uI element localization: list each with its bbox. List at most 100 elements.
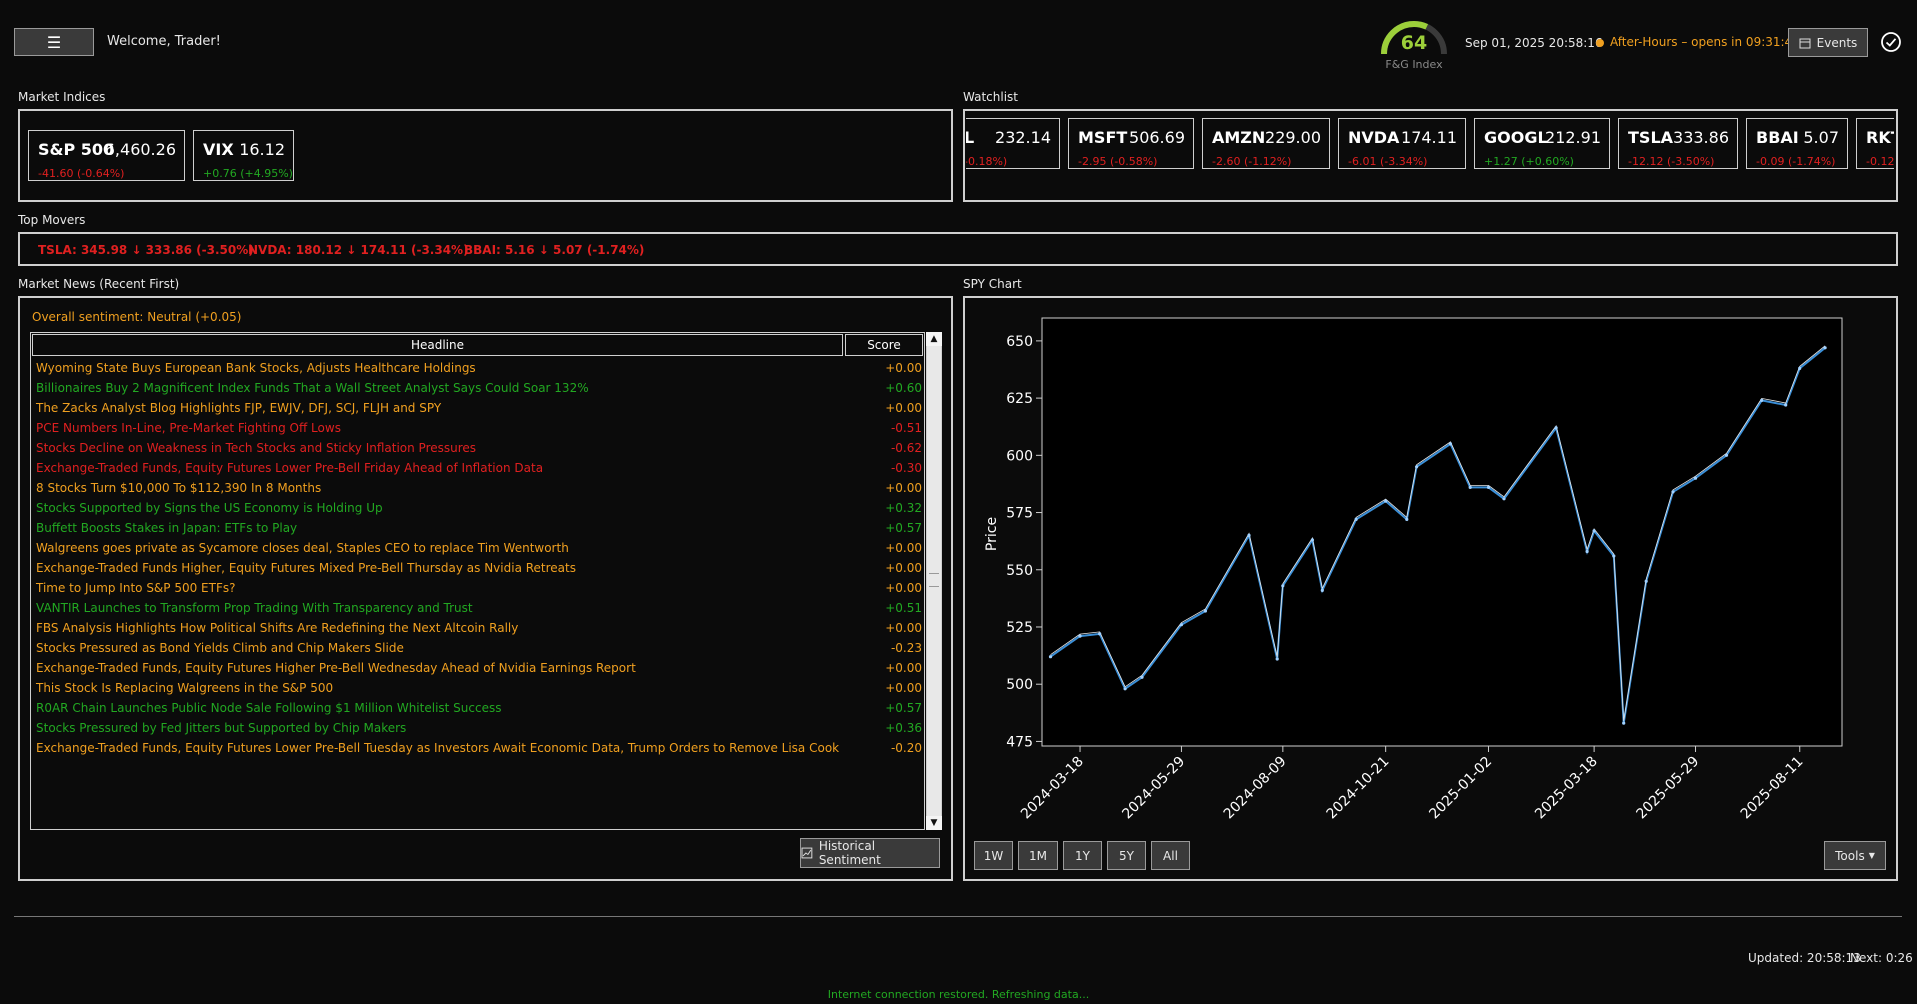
- price-point: [1760, 398, 1764, 402]
- watch-price: 333.86: [1673, 128, 1729, 147]
- news-row[interactable]: Stocks Decline on Weakness in Tech Stock…: [36, 438, 922, 458]
- historical-sentiment-button[interactable]: Historical Sentiment: [800, 838, 940, 868]
- y-tick-label: 475: [1006, 734, 1033, 750]
- watch-change: -0.12 (-: [1866, 155, 1894, 168]
- news-headline: Stocks Pressured by Fed Jitters but Supp…: [36, 721, 407, 735]
- watch-card[interactable]: BBAI 5.07 -0.09 (-1.74%): [1746, 118, 1848, 169]
- news-headline: This Stock Is Replacing Walgreens in the…: [36, 681, 334, 695]
- index-card-vix[interactable]: VIX 16.12 +0.76 (+4.95%): [193, 130, 294, 181]
- x-tick-label: 2024-08-09: [1221, 754, 1290, 823]
- news-row[interactable]: FBS Analysis Highlights How Political Sh…: [36, 618, 922, 638]
- news-score: +0.00: [885, 681, 922, 695]
- events-label: Events: [1816, 35, 1858, 50]
- scroll-grip-icon[interactable]: [929, 573, 939, 587]
- index-price: 16.12: [239, 140, 285, 159]
- chart-icon: [801, 847, 813, 859]
- scroll-down-arrow-icon[interactable]: ▼: [926, 816, 942, 830]
- news-score: -0.20: [890, 741, 922, 755]
- price-point: [1405, 517, 1409, 521]
- news-row[interactable]: R0AR Chain Launches Public Node Sale Fol…: [36, 698, 922, 718]
- price-point: [1098, 632, 1102, 636]
- connection-status: Internet connection restored. Refreshing…: [827, 988, 1090, 1001]
- watch-change: -0.09 (-1.74%): [1756, 155, 1836, 168]
- price-point: [1247, 533, 1251, 537]
- watch-symbol: L: [966, 128, 975, 147]
- column-header-score[interactable]: Score: [845, 334, 923, 356]
- column-header-headline[interactable]: Headline: [32, 334, 843, 356]
- fg-index-label: F&G Index: [1385, 58, 1443, 71]
- events-button[interactable]: Events: [1788, 28, 1868, 57]
- price-point: [1592, 529, 1596, 533]
- price-point: [1078, 634, 1082, 638]
- watch-price: 232.14: [995, 128, 1051, 147]
- watch-change: +1.27 (+0.60%): [1484, 155, 1574, 168]
- news-score: +0.00: [885, 581, 922, 595]
- index-change: -41.60 (-0.64%): [38, 167, 125, 180]
- range-button-5y[interactable]: 5Y: [1107, 841, 1146, 870]
- price-point: [1415, 465, 1419, 469]
- news-row[interactable]: PCE Numbers In-Line, Pre-Market Fighting…: [36, 418, 922, 438]
- watch-card[interactable]: MSFT 506.69 -2.95 (-0.58%): [1068, 118, 1194, 169]
- news-headline: PCE Numbers In-Line, Pre-Market Fighting…: [36, 421, 341, 435]
- watch-card[interactable]: L 232.14 -0.18%): [966, 118, 1060, 169]
- news-score: -0.51: [890, 421, 922, 435]
- y-tick-label: 600: [1006, 448, 1033, 464]
- news-row[interactable]: The Zacks Analyst Blog Highlights FJP, E…: [36, 398, 922, 418]
- news-headline: Exchange-Traded Funds, Equity Futures Lo…: [36, 741, 840, 755]
- news-headline: Buffett Boosts Stakes in Japan: ETFs to …: [36, 521, 298, 535]
- y-tick-label: 625: [1006, 391, 1033, 407]
- watch-symbol: NVDA: [1348, 128, 1400, 147]
- news-score: +0.00: [885, 361, 922, 375]
- price-point: [1554, 426, 1558, 430]
- watch-price: 174.11: [1401, 128, 1457, 147]
- news-score: +0.60: [885, 381, 922, 395]
- watch-card[interactable]: GOOGL 212.91 +1.27 (+0.60%): [1474, 118, 1610, 169]
- news-row[interactable]: Stocks Pressured as Bond Yields Climb an…: [36, 638, 922, 658]
- menu-button[interactable]: ☰: [14, 28, 94, 56]
- news-row[interactable]: Exchange-Traded Funds Higher, Equity Fut…: [36, 558, 922, 578]
- price-point: [1203, 609, 1207, 613]
- news-row[interactable]: This Stock Is Replacing Walgreens in the…: [36, 678, 922, 698]
- news-row[interactable]: Stocks Supported by Signs the US Economy…: [36, 498, 922, 518]
- news-headline: Walgreens goes private as Sycamore close…: [36, 541, 569, 555]
- price-point: [1275, 657, 1279, 661]
- y-tick-label: 550: [1006, 563, 1033, 579]
- watch-card[interactable]: NVDA 174.11 -6.01 (-3.34%): [1338, 118, 1466, 169]
- range-button-1m[interactable]: 1M: [1018, 841, 1058, 870]
- news-row[interactable]: Wyoming State Buys European Bank Stocks,…: [36, 358, 922, 378]
- price-point: [1612, 554, 1616, 558]
- check-circle-icon[interactable]: [1880, 31, 1902, 53]
- price-point: [1693, 476, 1698, 480]
- calendar-icon: [1799, 38, 1811, 48]
- news-score: +0.00: [885, 561, 922, 575]
- news-row[interactable]: Exchange-Traded Funds, Equity Futures Lo…: [36, 458, 922, 478]
- index-card-sp500[interactable]: S&P 500 6,460.26 -41.60 (-0.64%): [28, 130, 185, 181]
- price-point: [1048, 655, 1053, 659]
- x-tick-label: 2025-03-18: [1532, 754, 1601, 823]
- news-row[interactable]: Buffett Boosts Stakes in Japan: ETFs to …: [36, 518, 922, 538]
- news-row[interactable]: Stocks Pressured by Fed Jitters but Supp…: [36, 718, 922, 738]
- watch-card[interactable]: TSLA 333.86 -12.12 (-3.50%): [1618, 118, 1738, 169]
- footer-divider: [14, 916, 1902, 917]
- scroll-up-arrow-icon[interactable]: ▲: [926, 332, 942, 346]
- spy-price-chart[interactable]: 475 500 525 550 575 600 625 650 2024-03-18 2024-…: [965, 298, 1896, 833]
- range-button-1y[interactable]: 1Y: [1063, 841, 1102, 870]
- news-row[interactable]: Walgreens goes private as Sycamore close…: [36, 538, 922, 558]
- news-row[interactable]: Time to Jump Into S&P 500 ETFs? +0.00: [36, 578, 922, 598]
- news-row[interactable]: Exchange-Traded Funds, Equity Futures Hi…: [36, 658, 922, 678]
- news-row[interactable]: Exchange-Traded Funds, Equity Futures Lo…: [36, 738, 922, 758]
- price-point: [1123, 687, 1127, 691]
- range-button-all[interactable]: All: [1151, 841, 1190, 870]
- watch-card[interactable]: AMZN 229.00 -2.60 (-1.12%): [1202, 118, 1330, 169]
- watch-card[interactable]: RKT -0.12 (-: [1856, 118, 1894, 169]
- news-headline: 8 Stocks Turn $10,000 To $112,390 In 8 M…: [36, 481, 322, 495]
- section-title-chart: SPY Chart: [963, 277, 1022, 291]
- index-change: +0.76 (+4.95%): [203, 167, 293, 180]
- price-point: [1179, 623, 1183, 627]
- news-row[interactable]: 8 Stocks Turn $10,000 To $112,390 In 8 M…: [36, 478, 922, 498]
- news-row[interactable]: VANTIR Launches to Transform Prop Tradin…: [36, 598, 922, 618]
- news-row[interactable]: Billionaires Buy 2 Magnificent Index Fun…: [36, 378, 922, 398]
- price-point: [1724, 453, 1729, 457]
- tools-dropdown[interactable]: Tools ▼: [1824, 841, 1886, 870]
- range-button-1w[interactable]: 1W: [974, 841, 1013, 870]
